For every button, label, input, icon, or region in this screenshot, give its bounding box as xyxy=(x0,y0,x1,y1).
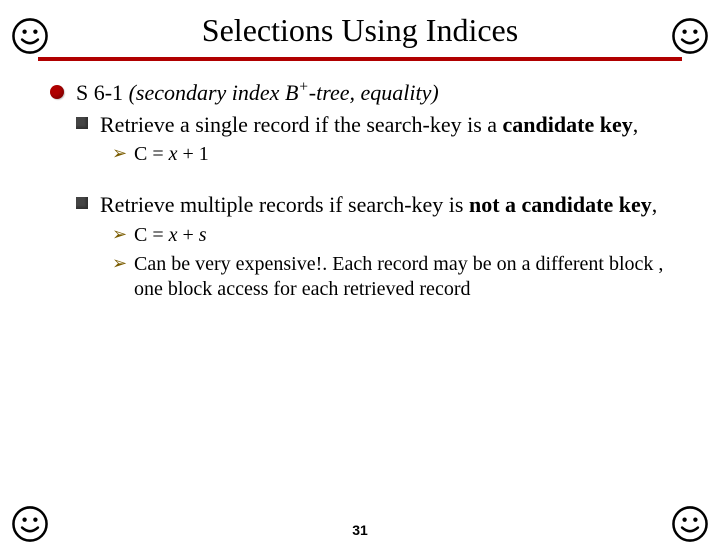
page-number: 31 xyxy=(0,522,720,538)
spacer xyxy=(48,171,672,189)
slide-content: S 6-1 (secondary index B+-tree, equality… xyxy=(48,79,672,302)
corner-icon-top-left xyxy=(12,18,48,54)
bullet-label: S 6-1 xyxy=(76,80,123,105)
slide-title: Selections Using Indices xyxy=(0,12,720,49)
title-underline xyxy=(38,57,682,61)
bullet-level2: Retrieve multiple records if search-key … xyxy=(74,191,672,219)
bullet-level2: Retrieve a single record if the search-k… xyxy=(74,111,672,139)
bullet-level3: C = x + s xyxy=(112,223,672,248)
bullet-level3: Can be very expensive!. Each record may … xyxy=(112,252,672,302)
slide: Selections Using Indices S 6-1 (secondar… xyxy=(0,12,720,552)
bullet-level3: C = x + 1 xyxy=(112,142,672,167)
bullet-desc: (secondary index B+-tree, equality) xyxy=(129,80,439,105)
bullet-level1: S 6-1 (secondary index B+-tree, equality… xyxy=(48,79,672,107)
corner-icon-top-right xyxy=(672,18,708,54)
